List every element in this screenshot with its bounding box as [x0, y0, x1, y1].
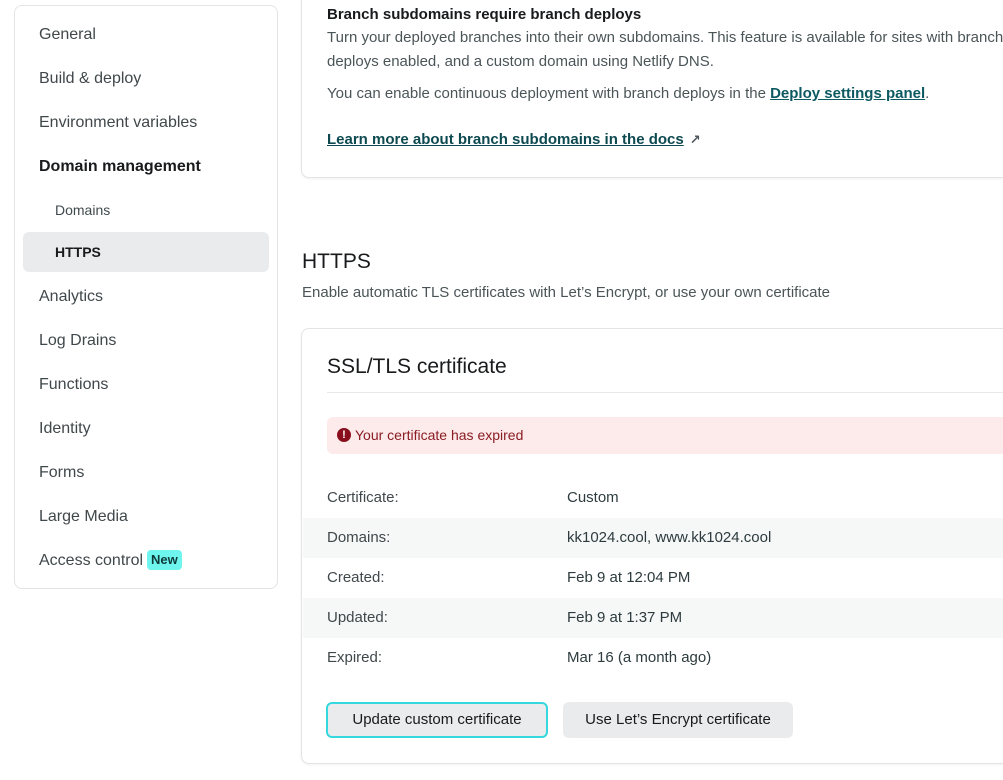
sidebar-item-environment-variables[interactable]: Environment variables [15, 104, 277, 142]
error-icon: ! [337, 428, 351, 442]
deploy-settings-prefix: You can enable continuous deployment wit… [327, 85, 771, 102]
deploy-settings-panel-link[interactable]: Deploy settings panel [770, 85, 925, 102]
row-value: Mar 16 (a month ago) [567, 649, 712, 666]
certificate-row: Certificate: Custom [303, 478, 1003, 518]
sidebar-item-label: Domain management [39, 158, 201, 175]
row-label: Updated: [327, 609, 388, 626]
https-section-description: Enable automatic TLS certificates with L… [302, 284, 831, 301]
docs-link-label: Learn more about branch subdomains in th… [327, 131, 684, 148]
https-section-title: HTTPS [302, 250, 371, 273]
sidebar-item-label: Large Media [39, 508, 128, 525]
sidebar-item-label: Identity [39, 420, 91, 437]
created-row: Created: Feb 9 at 12:04 PM [303, 558, 1003, 598]
new-badge: New [147, 550, 182, 570]
row-label: Created: [327, 569, 385, 586]
row-label: Certificate: [327, 489, 399, 506]
certificate-expired-alert: ! Your certificate has expired [327, 417, 1003, 454]
sidebar-item-access-control[interactable]: Access control New [15, 542, 277, 580]
sidebar-item-functions[interactable]: Functions [15, 366, 277, 404]
row-value: Feb 9 at 12:04 PM [567, 569, 691, 586]
row-value: Feb 9 at 1:37 PM [567, 609, 683, 626]
sidebar-item-label: Environment variables [39, 114, 198, 131]
sidebar-item-label: HTTPS [55, 244, 101, 260]
domains-row: Domains: kk1024.cool, www.kk1024.cool [303, 518, 1003, 558]
sidebar-item-log-drains[interactable]: Log Drains [15, 322, 277, 360]
sidebar-item-forms[interactable]: Forms [15, 454, 277, 492]
sidebar-item-large-media[interactable]: Large Media [15, 498, 277, 536]
sidebar-subitem-https[interactable]: HTTPS [23, 232, 269, 272]
branch-subdomains-description: Turn your deployed branches into their o… [327, 29, 1003, 70]
sidebar-item-label: Functions [39, 376, 109, 393]
sidebar-item-label: Build & deploy [39, 70, 142, 87]
sidebar-subitem-domains[interactable]: Domains [23, 190, 269, 230]
external-link-icon: ↗ [689, 132, 701, 147]
expired-row: Expired: Mar 16 (a month ago) [303, 638, 1003, 678]
divider [327, 392, 1003, 393]
updated-row: Updated: Feb 9 at 1:37 PM [303, 598, 1003, 638]
ssl-card-title: SSL/TLS certificate [327, 355, 507, 378]
settings-sidebar: General Build & deploy Environment varia… [14, 5, 278, 589]
sidebar-item-label: Forms [39, 464, 85, 481]
sidebar-item-label: Access control [39, 552, 144, 569]
use-lets-encrypt-button[interactable]: Use Let’s Encrypt certificate [563, 702, 793, 738]
row-label: Domains: [327, 529, 391, 546]
deploy-settings-suffix: . [925, 85, 930, 102]
branch-subdomains-docs-link[interactable]: Learn more about branch subdomains in th… [327, 131, 701, 148]
sidebar-item-domain-management[interactable]: Domain management [15, 148, 277, 186]
ssl-certificate-card: SSL/TLS certificate ! Your certificate h… [301, 328, 1003, 764]
sidebar-item-label: Log Drains [39, 332, 117, 349]
row-value: kk1024.cool, www.kk1024.cool [567, 529, 772, 546]
row-value: Custom [567, 489, 619, 506]
alert-message: Your certificate has expired [355, 427, 524, 443]
update-custom-certificate-button[interactable]: Update custom certificate [326, 702, 548, 738]
sidebar-item-label: General [39, 26, 96, 43]
sidebar-item-analytics[interactable]: Analytics [15, 278, 277, 316]
sidebar-item-identity[interactable]: Identity [15, 410, 277, 448]
sidebar-item-build-deploy[interactable]: Build & deploy [15, 60, 277, 98]
sidebar-item-label: Domains [55, 202, 111, 218]
deploy-settings-text: You can enable continuous deployment wit… [327, 82, 1003, 106]
sidebar-item-label: Analytics [39, 288, 104, 305]
sidebar-item-general[interactable]: General [15, 16, 277, 54]
branch-subdomains-card: Branch subdomains require branch deploys… [301, 0, 1003, 178]
branch-subdomains-heading: Branch subdomains require branch deploys [327, 6, 642, 23]
row-label: Expired: [327, 649, 383, 666]
